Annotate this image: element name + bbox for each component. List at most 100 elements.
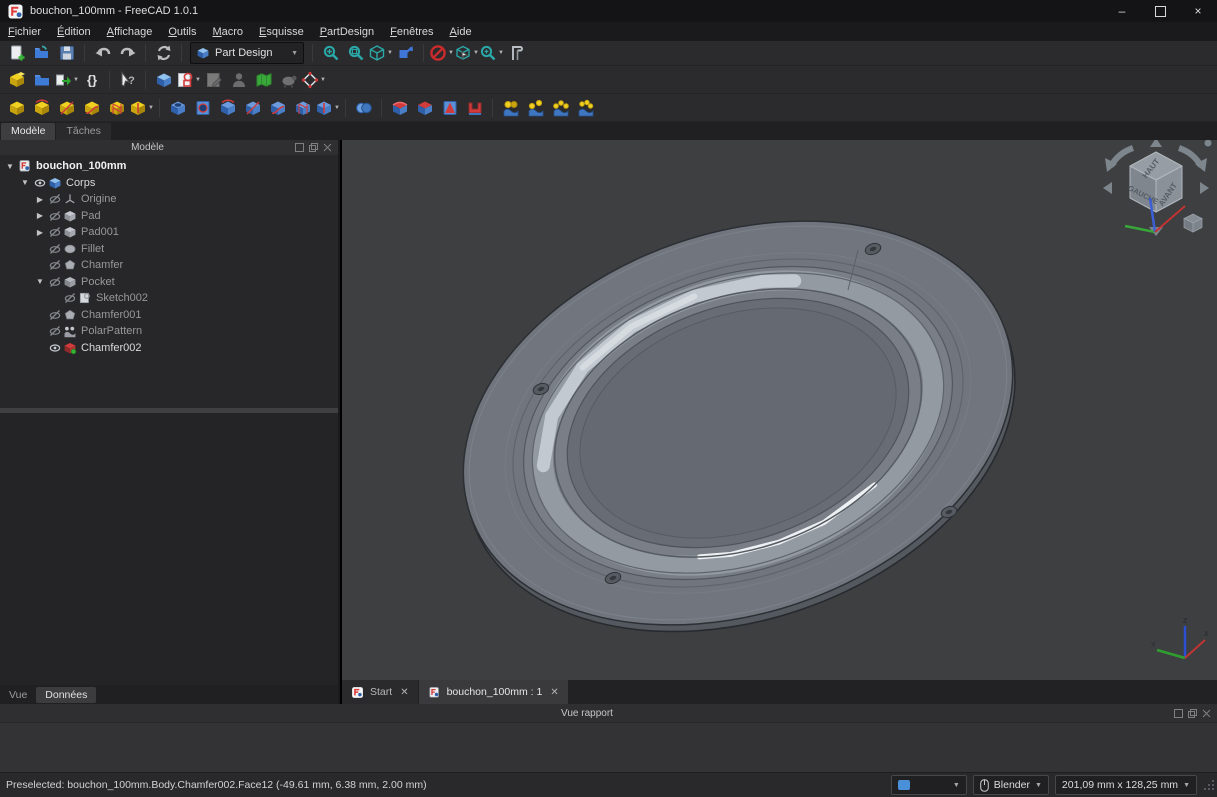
tree-item-pad001[interactable]: ▶Pad001 [0,224,338,241]
measure-button[interactable] [504,41,529,65]
draft-button[interactable] [437,96,462,120]
pan-right-arrow[interactable] [1200,182,1209,194]
tree-item-sketch002[interactable]: Sketch002 [0,290,338,307]
tree-item-origine[interactable]: ▶Origine [0,191,338,208]
pan-left-arrow[interactable] [1103,182,1112,194]
additive-pipe-button[interactable] [79,96,104,120]
tab-vue[interactable]: Vue [0,687,36,703]
menu-affichage[interactable]: Affichage [99,24,161,40]
zoom-tools-button[interactable]: ▼ [479,41,504,65]
tree-item-pocket[interactable]: ▼Pocket [0,274,338,291]
tree-item-chamfer001[interactable]: Chamfer001 [0,307,338,324]
menu-partdesign[interactable]: PartDesign [312,24,382,40]
std-part-button[interactable] [4,68,29,92]
hole-button[interactable] [190,96,215,120]
std-group-button[interactable] [29,68,54,92]
menu-fichier[interactable]: Fichier [0,24,49,40]
tab-modele[interactable]: Modèle [1,123,55,140]
thickness-button[interactable] [462,96,487,120]
polar-pattern-button[interactable] [548,96,573,120]
export-button[interactable]: ▼ [54,68,79,92]
open-file-button[interactable] [29,41,54,65]
close-panel-icon[interactable] [1202,709,1211,718]
undo-button[interactable] [90,41,115,65]
menu-fenetres[interactable]: Fenêtres [382,24,441,40]
close-panel-icon[interactable] [323,143,332,152]
subtractive-primitive-button[interactable]: ▼ [315,96,340,120]
tree-expander[interactable]: ▶ [33,228,47,237]
menu-esquisse[interactable]: Esquisse [251,24,312,40]
chevron-down-icon[interactable]: ▼ [334,105,340,111]
tilt-up-arrow[interactable] [1150,140,1162,147]
dock-icon[interactable] [1174,709,1183,718]
tree-item-chamfer[interactable]: Chamfer [0,257,338,274]
tree-item-bouchon-100mm[interactable]: ▼bouchon_100mm [0,158,338,175]
menu-edition[interactable]: Édition [49,24,99,40]
zoom-selection-button[interactable] [343,41,368,65]
chevron-down-icon[interactable]: ▼ [148,105,154,111]
axonometric-view-button[interactable]: ▼ [368,41,393,65]
navigation-cube[interactable]: HAUT AVANT GAUCHE [1097,140,1215,248]
pad-button[interactable] [4,96,29,120]
clipping-plane-button[interactable]: ▼ [429,41,454,65]
3d-viewport[interactable]: HAUT AVANT GAUCHE Z Y X [342,140,1217,680]
tree-item-fillet[interactable]: Fillet [0,241,338,258]
additive-primitive-button[interactable]: ▼ [129,96,154,120]
navcube-mini-cube[interactable] [1184,214,1202,232]
menu-outils[interactable]: Outils [160,24,204,40]
fit-all-button[interactable] [318,41,343,65]
tree-expander[interactable]: ▼ [33,277,47,286]
workbench-selector[interactable]: Part Design▼ [190,42,304,64]
dock-icon[interactable] [295,143,304,152]
subtractive-loft-button[interactable] [240,96,265,120]
float-icon[interactable] [309,143,318,152]
multitransform-button[interactable] [573,96,598,120]
float-icon[interactable] [1188,709,1197,718]
additive-helix-button[interactable] [104,96,129,120]
create-datum-button[interactable]: ▼ [301,68,326,92]
resize-grip[interactable] [1203,779,1215,791]
macro-button[interactable]: {} [79,68,104,92]
fillet-button[interactable] [387,96,412,120]
additive-loft-button[interactable] [54,96,79,120]
tree-item-corps[interactable]: ▼Corps [0,175,338,192]
redo-button[interactable] [115,41,140,65]
part-bouchon-100mm[interactable] [342,140,1217,680]
revolution-button[interactable] [29,96,54,120]
tree-item-polarpattern[interactable]: PolarPattern [0,323,338,340]
document-tab-start[interactable]: Start✕ [342,680,418,704]
navigation-style-combo[interactable]: Blender ▼ [973,775,1049,795]
document-tab-bouchon-100mm-1[interactable]: bouchon_100mm : 1✕ [419,680,568,704]
subtractive-helix-button[interactable] [290,96,315,120]
tree-item-chamfer002[interactable]: Chamfer002 [0,340,338,357]
view-style-combo[interactable]: ▼ [891,775,967,795]
sync-view-button[interactable] [393,41,418,65]
tree-expander[interactable]: ▼ [3,162,17,171]
dimension-combo[interactable]: 201,09 mm x 128,25 mm ▼ [1055,775,1197,795]
new-file-button[interactable] [4,41,29,65]
refresh-button[interactable] [151,41,176,65]
chamfer-button[interactable] [412,96,437,120]
close-tab-icon[interactable]: ✕ [550,687,558,698]
maximize-button[interactable] [1141,0,1179,22]
tree-expander[interactable]: ▼ [18,178,32,187]
tab-taches[interactable]: Tâches [56,123,110,140]
navcube-menu-dot[interactable] [1205,140,1212,147]
minimize-button[interactable]: – [1103,0,1141,22]
tree-expander[interactable]: ▶ [33,195,47,204]
whats-this-button[interactable]: ? [115,68,140,92]
tree-item-pad[interactable]: ▶Pad [0,208,338,225]
boolean-button[interactable] [351,96,376,120]
validate-sketch-button[interactable] [251,68,276,92]
pocket-button[interactable] [165,96,190,120]
chevron-down-icon[interactable]: ▼ [320,77,326,83]
save-file-button[interactable] [54,41,79,65]
menu-macro[interactable]: Macro [204,24,251,40]
tab-donnees[interactable]: Données [36,687,96,703]
mirrored-button[interactable] [498,96,523,120]
linear-pattern-button[interactable] [523,96,548,120]
create-body-button[interactable] [151,68,176,92]
close-tab-icon[interactable]: ✕ [400,687,408,698]
close-button[interactable]: × [1179,0,1217,22]
navigation-style-button[interactable]: ▼ [454,41,479,65]
